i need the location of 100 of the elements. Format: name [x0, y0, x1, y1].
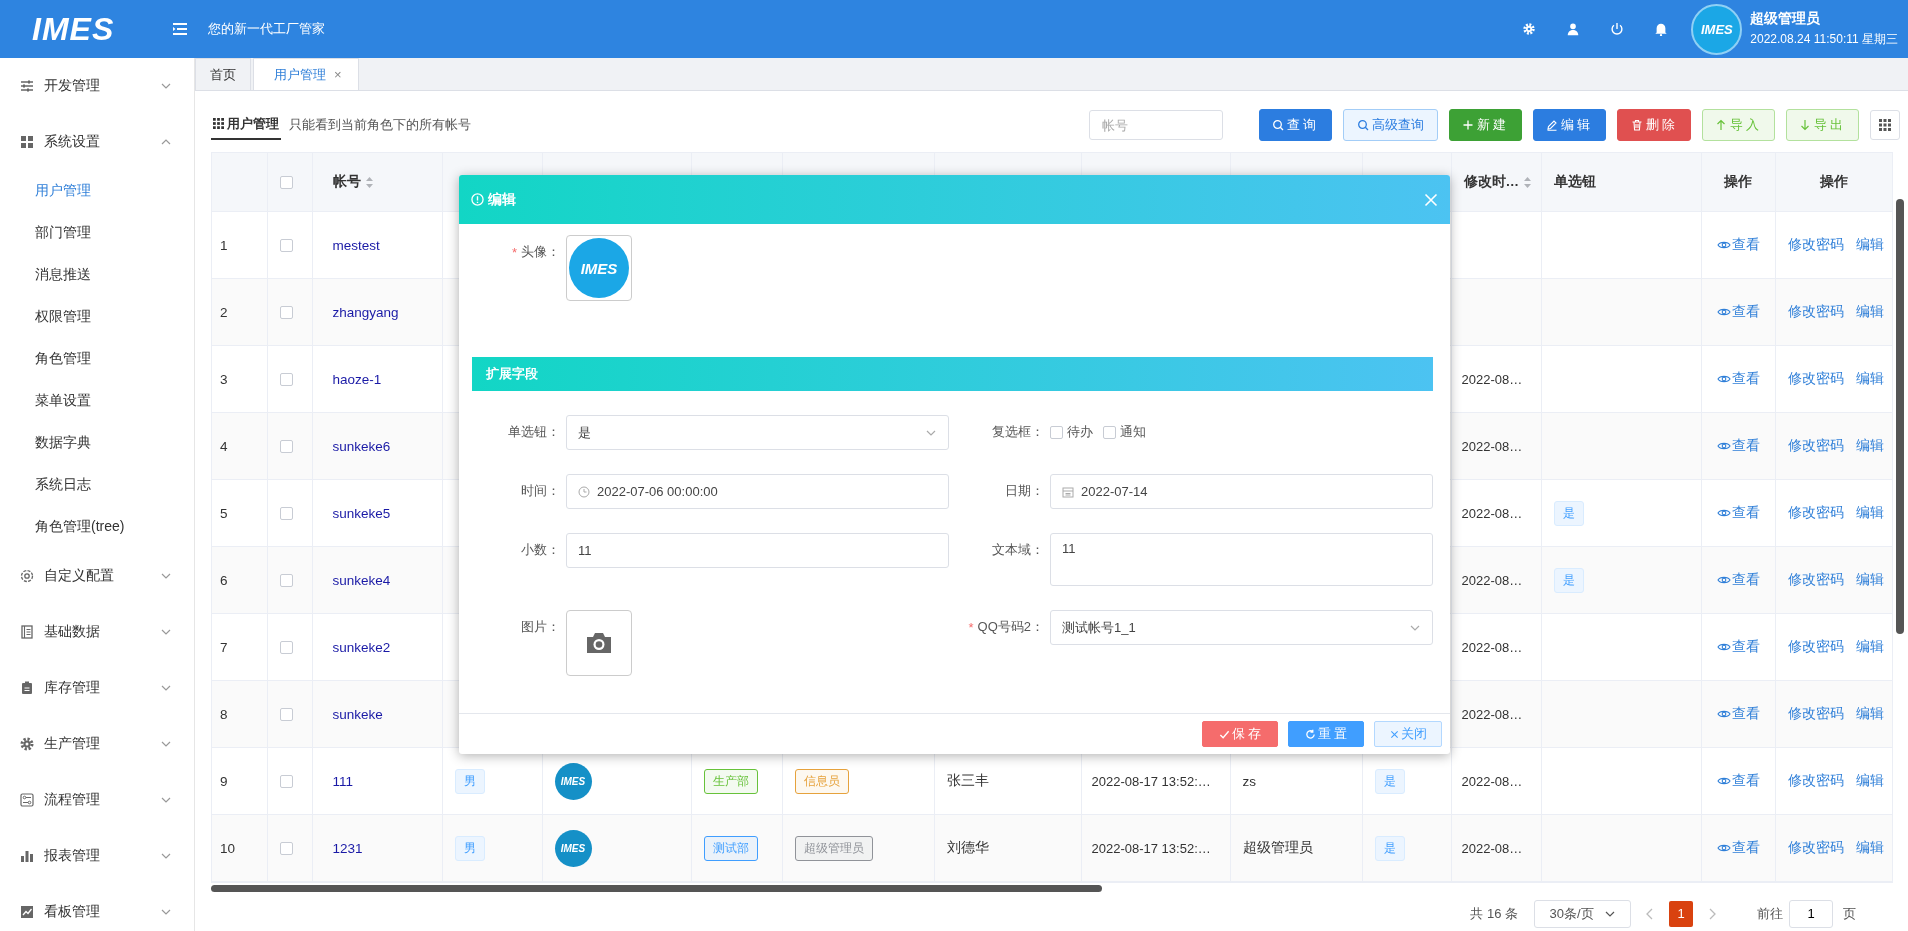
change-password-link[interactable]: 修改密码 — [1787, 236, 1844, 254]
panel-tab[interactable]: 用户管理 — [211, 110, 281, 140]
datetime-field[interactable]: 2022-07-06 00:00:00 — [566, 474, 949, 509]
sidebar-menu-item[interactable]: 流程管理 — [0, 772, 194, 828]
sidebar-submenu-item[interactable]: 角色管理(tree) — [0, 506, 194, 548]
sidebar-menu-item[interactable]: 系统设置 — [0, 114, 194, 170]
edit-link[interactable]: 编辑 — [1855, 839, 1884, 857]
toolbar-button[interactable]: 删除 — [1617, 109, 1691, 141]
sidebar-submenu-item[interactable]: 部门管理 — [0, 212, 194, 254]
prev-page-button[interactable] — [1645, 907, 1655, 920]
edit-link[interactable]: 编辑 — [1855, 437, 1884, 455]
sidebar-menu-item[interactable]: 基础数据 — [0, 604, 194, 660]
view-link[interactable]: 查看 — [1716, 504, 1760, 522]
checkbox-label[interactable]: 通知 — [1120, 423, 1146, 441]
sidebar-menu-item[interactable]: 生产管理 — [0, 716, 194, 772]
checkbox[interactable] — [1103, 425, 1116, 439]
row-checkbox[interactable] — [279, 507, 293, 521]
edit-link[interactable]: 编辑 — [1855, 370, 1884, 388]
page-size-select[interactable]: 30条/页 — [1534, 899, 1631, 928]
dialog-button[interactable]: 关闭 — [1374, 721, 1442, 747]
view-link[interactable]: 查看 — [1716, 638, 1760, 656]
sidebar-submenu-item[interactable]: 数据字典 — [0, 422, 194, 464]
settings-icon[interactable] — [1522, 22, 1537, 36]
edit-link[interactable]: 编辑 — [1855, 772, 1884, 790]
dialog-button[interactable]: 保 存 — [1202, 721, 1278, 747]
view-link[interactable]: 查看 — [1716, 236, 1760, 254]
view-link[interactable]: 查看 — [1716, 370, 1760, 388]
sidebar-submenu-item[interactable]: 角色管理 — [0, 338, 194, 380]
date-field[interactable]: 2022-07-14 — [1050, 474, 1433, 509]
edit-link[interactable]: 编辑 — [1855, 705, 1884, 723]
edit-link[interactable]: 编辑 — [1855, 504, 1884, 522]
toolbar-button[interactable]: 编辑 — [1533, 109, 1606, 141]
view-link[interactable]: 查看 — [1716, 437, 1760, 455]
change-password-link[interactable]: 修改密码 — [1787, 303, 1844, 321]
search-field[interactable]: 帐号 — [1089, 110, 1223, 140]
horizontal-scrollbar[interactable] — [211, 885, 1102, 892]
change-password-link[interactable]: 修改密码 — [1787, 504, 1844, 522]
toolbar-button[interactable]: 高级查询 — [1343, 109, 1438, 141]
row-checkbox[interactable] — [279, 842, 293, 856]
edit-link[interactable]: 编辑 — [1855, 236, 1884, 254]
vertical-scrollbar[interactable] — [1896, 199, 1904, 634]
page-number[interactable]: 1 — [1669, 900, 1693, 927]
power-icon[interactable] — [1610, 22, 1625, 36]
page-input[interactable]: 1 — [1789, 899, 1833, 928]
image-upload[interactable] — [566, 610, 632, 676]
user-avatar[interactable]: IMES — [1691, 3, 1743, 55]
page-tab[interactable]: 用户管理 × — [253, 58, 359, 90]
edit-link[interactable]: 编辑 — [1855, 571, 1884, 589]
select-field[interactable]: 是 — [566, 415, 949, 450]
sidebar-submenu-item[interactable]: 菜单设置 — [0, 380, 194, 422]
row-checkbox[interactable] — [279, 708, 293, 722]
view-link[interactable]: 查看 — [1716, 705, 1760, 723]
sidebar-submenu-item[interactable]: 系统日志 — [0, 464, 194, 506]
change-password-link[interactable]: 修改密码 — [1787, 772, 1844, 790]
change-password-link[interactable]: 修改密码 — [1787, 571, 1844, 589]
toolbar-button[interactable]: 新建 — [1449, 109, 1522, 141]
change-password-link[interactable]: 修改密码 — [1787, 705, 1844, 723]
sidebar-menu-item[interactable]: 自定义配置 — [0, 548, 194, 604]
change-password-link[interactable]: 修改密码 — [1787, 437, 1844, 455]
close-button[interactable] — [1424, 192, 1438, 207]
sidebar-menu-item[interactable]: 库存管理 — [0, 660, 194, 716]
view-link[interactable]: 查看 — [1716, 571, 1760, 589]
row-checkbox[interactable] — [279, 574, 293, 588]
toolbar-button[interactable]: 查询 — [1259, 109, 1332, 141]
change-password-link[interactable]: 修改密码 — [1787, 638, 1844, 656]
sort-icon[interactable] — [1523, 175, 1532, 189]
sidebar-menu-item[interactable]: 看板管理 — [0, 884, 194, 931]
select-field[interactable]: 测试帐号1_1 — [1050, 610, 1433, 645]
text-area[interactable]: 11 — [1050, 533, 1433, 586]
checkbox[interactable] — [1050, 425, 1063, 439]
view-link[interactable]: 查看 — [1716, 772, 1760, 790]
columns-button[interactable] — [1870, 110, 1900, 140]
row-checkbox[interactable] — [279, 306, 293, 320]
row-checkbox[interactable] — [279, 440, 293, 454]
sidebar-submenu-item[interactable]: 权限管理 — [0, 296, 194, 338]
menu-icon[interactable] — [172, 22, 188, 36]
check-icon — [1218, 728, 1230, 740]
view-link[interactable]: 查看 — [1716, 303, 1760, 321]
dialog-button[interactable]: 重 置 — [1288, 721, 1364, 747]
sidebar-submenu-item[interactable]: 消息推送 — [0, 254, 194, 296]
page-tab[interactable]: 首页 — [195, 58, 251, 90]
change-password-link[interactable]: 修改密码 — [1787, 839, 1844, 857]
edit-link[interactable]: 编辑 — [1855, 638, 1884, 656]
change-password-link[interactable]: 修改密码 — [1787, 370, 1844, 388]
sidebar-menu-item[interactable]: 报表管理 — [0, 828, 194, 884]
row-checkbox[interactable] — [279, 373, 293, 387]
row-checkbox[interactable] — [279, 239, 293, 253]
view-link[interactable]: 查看 — [1716, 839, 1760, 857]
sort-icon[interactable] — [364, 175, 374, 189]
bell-icon[interactable] — [1654, 22, 1669, 36]
row-checkbox[interactable] — [279, 641, 293, 655]
sidebar-menu-item[interactable]: 开发管理 — [0, 58, 194, 114]
select-all-checkbox[interactable] — [279, 176, 293, 190]
sidebar-submenu-item[interactable]: 用户管理 — [0, 170, 194, 212]
number-field[interactable]: 11 — [566, 533, 949, 568]
user-icon[interactable] — [1566, 22, 1581, 36]
next-page-button[interactable] — [1707, 907, 1717, 920]
edit-link[interactable]: 编辑 — [1855, 303, 1884, 321]
row-checkbox[interactable] — [279, 775, 293, 789]
checkbox-label[interactable]: 待办 — [1067, 423, 1093, 441]
